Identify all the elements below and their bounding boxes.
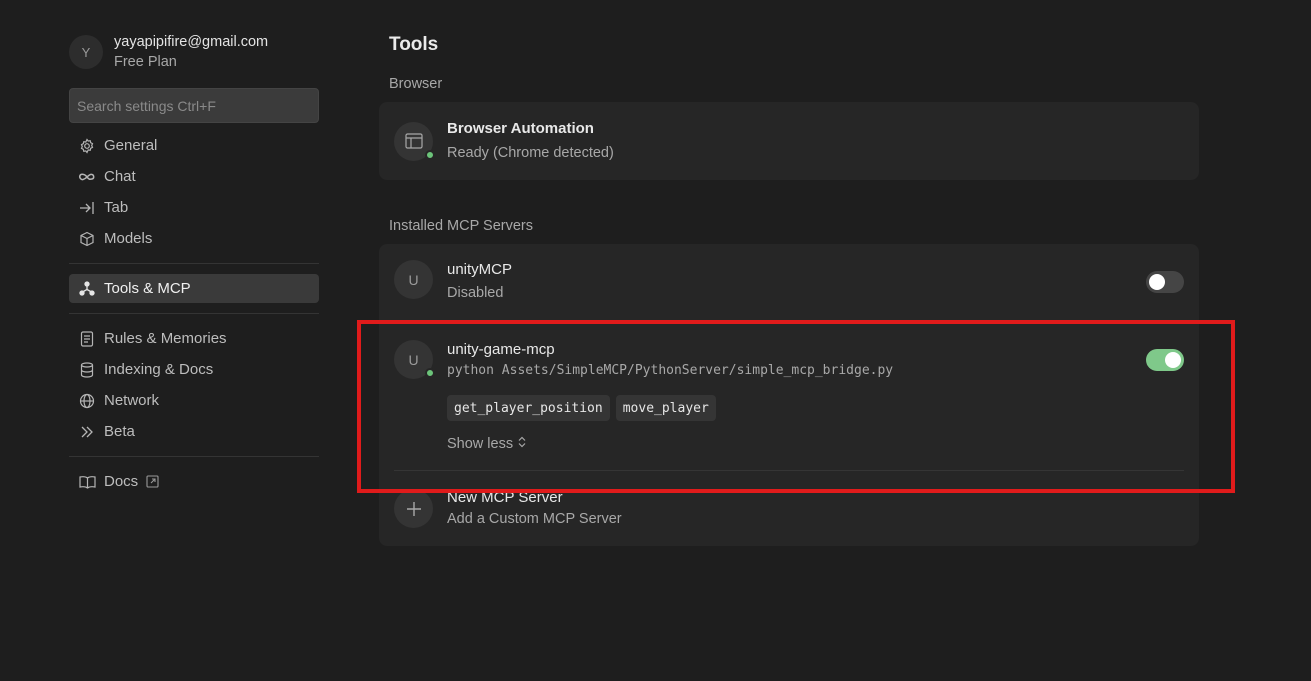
main-content: Tools Browser Browser Automation Ready (… xyxy=(379,30,1199,546)
tool-chip[interactable]: move_player xyxy=(615,395,716,421)
sidebar-item-label: Network xyxy=(104,392,160,409)
mcp-server-row[interactable]: U unityMCP Disabled xyxy=(394,244,1184,322)
browser-automation-status: Ready (Chrome detected) xyxy=(447,144,614,161)
chevron-up-down-icon xyxy=(517,436,527,452)
nav-group-primary: General Chat Tab Models xyxy=(69,131,319,253)
sidebar-item-label: Rules & Memories xyxy=(104,330,227,347)
sidebar-item-label: Models xyxy=(104,230,153,247)
document-icon xyxy=(78,330,96,348)
sidebar-item-label: Docs xyxy=(104,473,139,490)
avatar: Y xyxy=(69,35,103,69)
tool-chip[interactable]: get_player_position xyxy=(447,395,610,421)
server-avatar: U xyxy=(394,340,435,379)
nav-group-secondary: Rules & Memories Indexing & Docs Network… xyxy=(69,324,319,446)
search-box[interactable] xyxy=(69,88,319,123)
nav-group-tools: Tools & MCP xyxy=(69,274,319,303)
server-enable-toggle[interactable] xyxy=(1146,271,1184,293)
account-plan: Free Plan xyxy=(114,54,177,70)
sidebar-item-tab[interactable]: Tab xyxy=(69,193,319,222)
infinity-icon xyxy=(78,168,96,186)
sidebar-divider xyxy=(69,263,319,264)
sidebar-item-docs[interactable]: Docs xyxy=(69,467,319,496)
server-enable-toggle[interactable] xyxy=(1146,349,1184,371)
server-status: Disabled xyxy=(447,285,504,301)
sidebar-item-label: Indexing & Docs xyxy=(104,361,214,378)
sidebar-item-beta[interactable]: Beta xyxy=(69,417,319,446)
sidebar-item-rules-memories[interactable]: Rules & Memories xyxy=(69,324,319,353)
book-icon xyxy=(78,473,96,491)
account-email: yayapipifire@gmail.com xyxy=(114,34,269,50)
gear-icon xyxy=(78,137,96,155)
settings-window: Y yayapipifire@gmail.com Free Plan Gener… xyxy=(0,0,1311,681)
sidebar-item-label: Tab xyxy=(104,199,129,216)
page-title: Tools xyxy=(389,34,439,55)
toggle-knob xyxy=(1149,274,1165,290)
arrow-right-to-line-icon xyxy=(78,199,96,217)
new-server-subtitle: Add a Custom MCP Server xyxy=(447,510,622,527)
network-nodes-icon xyxy=(78,280,96,298)
double-chevron-right-icon xyxy=(78,423,96,441)
sidebar-item-tools-mcp[interactable]: Tools & MCP xyxy=(69,274,319,303)
server-name: unity-game-mcp xyxy=(447,341,555,358)
account-header[interactable]: Y yayapipifire@gmail.com Free Plan xyxy=(69,30,319,74)
sidebar-item-label: Tools & MCP xyxy=(104,280,191,297)
search-input[interactable] xyxy=(77,97,311,114)
status-dot-ready xyxy=(425,149,435,160)
sidebar-item-label: Chat xyxy=(104,168,136,185)
mcp-server-row[interactable]: U unity-game-mcp python Assets/SimpleMCP… xyxy=(394,323,1184,470)
sidebar-item-models[interactable]: Models xyxy=(69,224,319,253)
sidebar-item-general[interactable]: General xyxy=(69,131,319,160)
sidebar-item-label: General xyxy=(104,137,158,154)
sidebar-item-network[interactable]: Network xyxy=(69,386,319,415)
external-link-icon xyxy=(146,475,159,488)
section-label-browser: Browser xyxy=(389,76,443,92)
show-less-toggle[interactable]: Show less xyxy=(447,433,1184,455)
sidebar-item-label: Beta xyxy=(104,423,135,440)
new-mcp-server-button[interactable]: New MCP Server Add a Custom MCP Server xyxy=(394,471,1184,546)
section-label-mcp: Installed MCP Servers xyxy=(389,218,533,234)
server-name: unityMCP xyxy=(447,261,513,278)
nav-group-docs: Docs xyxy=(69,467,319,496)
mcp-servers-card: U unityMCP Disabled U unity-game-mcp pyt… xyxy=(379,244,1199,546)
sidebar-item-chat[interactable]: Chat xyxy=(69,162,319,191)
status-dot-running xyxy=(425,368,435,378)
server-command: python Assets/SimpleMCP/PythonServer/sim… xyxy=(447,363,894,378)
browser-automation-card[interactable]: Browser Automation Ready (Chrome detecte… xyxy=(379,102,1199,180)
plus-icon xyxy=(394,489,433,528)
sidebar-item-indexing-docs[interactable]: Indexing & Docs xyxy=(69,355,319,384)
database-icon xyxy=(78,361,96,379)
new-server-title: New MCP Server xyxy=(447,488,563,506)
cube-icon xyxy=(78,230,96,248)
globe-icon xyxy=(78,392,96,410)
sidebar: Y yayapipifire@gmail.com Free Plan Gener… xyxy=(69,30,319,498)
sidebar-divider xyxy=(69,313,319,314)
server-tools: get_player_position move_player xyxy=(447,395,1184,421)
browser-automation-title: Browser Automation xyxy=(447,119,594,137)
server-avatar: U xyxy=(394,260,433,299)
sidebar-divider xyxy=(69,456,319,457)
toggle-knob xyxy=(1165,352,1181,368)
browser-icon xyxy=(394,121,435,161)
